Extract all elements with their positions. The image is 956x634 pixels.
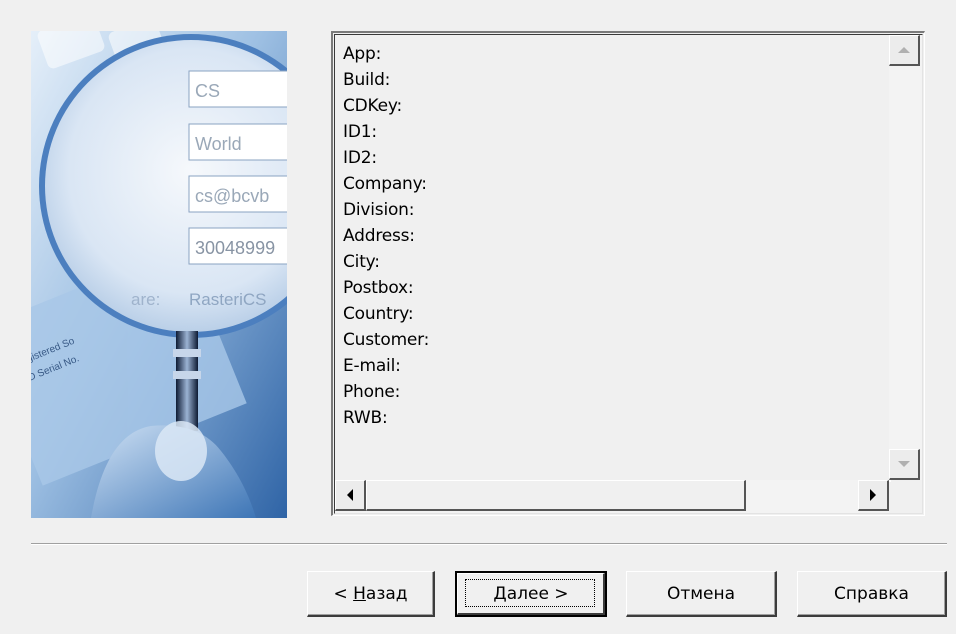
info-lines: App: Build: CDKey: ID1: ID2: Company: Di… bbox=[343, 41, 429, 431]
arrow-up-icon bbox=[898, 47, 910, 53]
wizard-illustration: Registered So CD Serial No. CS World cs@… bbox=[31, 31, 287, 518]
back-button-label: < Назад bbox=[333, 583, 408, 604]
info-line-division: Division: bbox=[343, 200, 415, 220]
info-line-email: E-mail: bbox=[343, 356, 401, 376]
info-line-phone: Phone: bbox=[343, 382, 401, 402]
separator-line bbox=[31, 543, 947, 545]
scrollbar-corner bbox=[889, 480, 922, 513]
horizontal-scrollbar[interactable] bbox=[335, 480, 889, 513]
scroll-down-button[interactable] bbox=[889, 449, 920, 480]
next-button[interactable]: Далее > bbox=[455, 571, 607, 617]
arrow-down-icon bbox=[898, 461, 910, 467]
info-line-rwb: RWB: bbox=[343, 408, 388, 428]
lens-software-label: are: bbox=[131, 290, 160, 309]
help-button-label: Справка bbox=[834, 583, 909, 604]
info-line-company: Company: bbox=[343, 174, 427, 194]
info-line-cdkey: CDKey: bbox=[343, 96, 403, 116]
info-line-app: App: bbox=[343, 44, 382, 64]
info-line-address: Address: bbox=[343, 226, 415, 246]
scroll-up-button[interactable] bbox=[889, 35, 920, 66]
next-button-label: Далее > bbox=[493, 584, 569, 604]
lens-software-value: RasteriCS bbox=[189, 290, 266, 309]
info-line-id2: ID2: bbox=[343, 148, 377, 168]
lens-field-2: World bbox=[195, 134, 242, 154]
cancel-button-label: Отмена bbox=[666, 583, 736, 604]
arrow-right-icon bbox=[870, 489, 876, 501]
info-line-city: City: bbox=[343, 252, 380, 272]
lens-field-3: cs@bcvb bbox=[195, 186, 269, 206]
arrow-left-icon bbox=[347, 489, 353, 501]
info-line-build: Build: bbox=[343, 70, 391, 90]
scroll-right-button[interactable] bbox=[858, 480, 889, 511]
vertical-scrollbar[interactable] bbox=[889, 35, 922, 480]
horizontal-scroll-thumb[interactable] bbox=[366, 480, 746, 511]
scroll-left-button[interactable] bbox=[335, 480, 366, 511]
lens-field-1: CS bbox=[195, 81, 220, 101]
info-line-id1: ID1: bbox=[343, 122, 377, 142]
info-line-country: Country: bbox=[343, 304, 414, 324]
info-text-box[interactable]: App: Build: CDKey: ID1: ID2: Company: Di… bbox=[331, 31, 925, 516]
lens-field-4: 30048999 bbox=[195, 238, 275, 258]
info-line-postbox: Postbox: bbox=[343, 278, 414, 298]
back-button[interactable]: < Назад bbox=[307, 571, 435, 617]
info-line-customer: Customer: bbox=[343, 330, 430, 350]
cancel-button[interactable]: Отмена bbox=[626, 571, 777, 617]
help-button[interactable]: Справка bbox=[797, 571, 947, 617]
